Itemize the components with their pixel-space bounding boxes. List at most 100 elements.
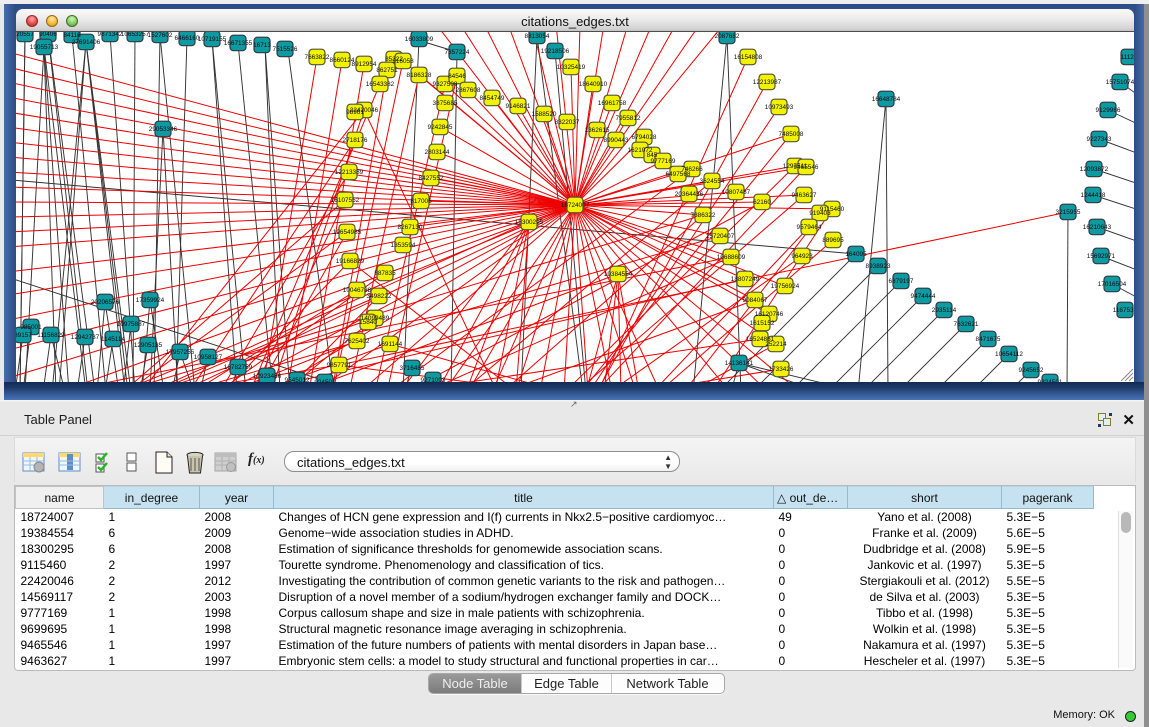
svg-text:2718176: 2718176 — [343, 137, 368, 144]
svg-text:7515526: 7515526 — [273, 46, 298, 53]
svg-text:8186328: 8186328 — [407, 72, 432, 79]
svg-text:17016504: 17016504 — [1098, 281, 1127, 288]
svg-text:19654985: 19654985 — [333, 229, 362, 236]
svg-text:7625402: 7625402 — [345, 338, 370, 345]
svg-text:9084067: 9084067 — [743, 297, 768, 304]
svg-text:18300295: 18300295 — [515, 219, 544, 226]
svg-text:8471675: 8471675 — [976, 336, 1001, 343]
svg-text:1353594: 1353594 — [391, 242, 416, 249]
svg-text:1733426: 1733426 — [769, 366, 794, 373]
svg-text:16107552: 16107552 — [331, 197, 360, 204]
svg-text:9129966: 9129966 — [1096, 107, 1121, 114]
svg-text:3624554: 3624554 — [700, 178, 725, 185]
svg-text:20206576: 20206576 — [91, 299, 120, 306]
svg-text:9857791: 9857791 — [327, 362, 352, 369]
svg-text:6497568: 6497568 — [666, 171, 691, 178]
svg-text:6794028: 6794028 — [632, 134, 657, 141]
svg-text:919403: 919403 — [809, 210, 831, 217]
svg-text:12093872: 12093872 — [1080, 166, 1109, 173]
svg-text:10958127: 10958127 — [194, 354, 223, 361]
svg-text:16210643: 16210643 — [1083, 224, 1112, 231]
svg-text:11124: 11124 — [1121, 54, 1134, 61]
svg-text:10653257: 10653257 — [121, 32, 150, 38]
svg-text:1244418: 1244418 — [1081, 192, 1106, 199]
svg-text:10807487: 10807487 — [722, 189, 751, 196]
svg-text:964923: 964923 — [791, 253, 813, 260]
svg-text:985001: 985001 — [20, 324, 42, 331]
svg-text:62160: 62160 — [753, 199, 771, 206]
svg-text:15840: 15840 — [359, 319, 377, 326]
svg-text:862751: 862751 — [376, 67, 398, 74]
svg-text:889695: 889695 — [822, 237, 844, 244]
svg-text:12923486: 12923486 — [253, 373, 282, 380]
svg-text:8267130: 8267130 — [398, 224, 423, 231]
svg-text:2087682: 2087682 — [715, 33, 740, 40]
svg-text:84546: 84546 — [448, 73, 466, 80]
svg-text:1588520: 1588520 — [532, 111, 557, 118]
svg-text:10325419: 10325419 — [557, 64, 586, 71]
svg-text:3875685: 3875685 — [433, 100, 458, 107]
svg-text:10975887: 10975887 — [117, 321, 146, 328]
svg-text:8454749: 8454749 — [480, 95, 505, 102]
svg-text:7955812: 7955812 — [616, 115, 641, 122]
svg-text:18807249: 18807249 — [731, 276, 760, 283]
svg-text:7485008: 7485008 — [779, 131, 804, 138]
svg-text:12213987: 12213987 — [753, 79, 782, 86]
svg-text:9465546: 9465546 — [794, 164, 819, 171]
svg-text:16543382: 16543382 — [366, 81, 395, 88]
svg-text:16648784: 16648784 — [872, 96, 901, 103]
svg-text:8990443: 8990443 — [604, 137, 629, 144]
svg-text:12213389: 12213389 — [335, 169, 364, 176]
svg-text:924501: 924501 — [314, 379, 336, 382]
svg-text:8427552: 8427552 — [419, 175, 444, 182]
svg-text:9871342: 9871342 — [98, 32, 123, 38]
svg-text:1527602: 1527602 — [148, 32, 173, 39]
svg-text:6879197: 6879197 — [889, 278, 914, 285]
svg-text:16961758: 16961758 — [598, 100, 627, 107]
svg-text:10688609: 10688609 — [717, 254, 746, 261]
svg-text:16120746: 16120746 — [755, 311, 784, 318]
svg-text:27691406: 27691406 — [72, 39, 101, 46]
svg-text:6466160: 6466160 — [175, 35, 200, 42]
svg-text:18724007: 18724007 — [561, 202, 590, 209]
svg-text:20557: 20557 — [16, 32, 34, 38]
svg-text:90406: 90406 — [39, 32, 57, 38]
svg-text:3215955: 3215955 — [1056, 209, 1081, 216]
svg-text:11156829: 11156829 — [37, 332, 65, 339]
svg-text:9146821: 9146821 — [506, 103, 531, 110]
svg-text:2867608: 2867608 — [456, 87, 481, 94]
svg-text:9777169: 9777169 — [651, 158, 676, 165]
svg-text:39157: 39157 — [16, 332, 32, 339]
svg-text:9327508: 9327508 — [433, 81, 458, 88]
svg-text:12905135: 12905135 — [134, 342, 163, 349]
svg-text:19218506: 19218506 — [541, 48, 570, 55]
svg-text:20364436: 20364436 — [675, 191, 704, 198]
svg-text:14136141: 14136141 — [725, 360, 754, 367]
svg-text:8912954: 8912954 — [352, 61, 377, 68]
svg-text:10654112: 10654112 — [995, 351, 1023, 358]
svg-text:8813054: 8813054 — [525, 33, 550, 40]
svg-text:887835: 887835 — [374, 270, 396, 277]
svg-text:10973493: 10973493 — [765, 104, 794, 111]
svg-text:1691144: 1691144 — [378, 341, 403, 348]
svg-text:9227343: 9227343 — [1087, 136, 1112, 143]
svg-text:7663822: 7663822 — [305, 54, 330, 61]
svg-text:9579464: 9579464 — [797, 224, 822, 231]
svg-text:9463627: 9463627 — [792, 192, 817, 199]
svg-text:1615152: 1615152 — [750, 320, 775, 327]
svg-text:15751074: 15751074 — [1106, 79, 1134, 86]
svg-text:16154808: 16154808 — [734, 54, 763, 61]
svg-text:15692971: 15692971 — [1087, 253, 1116, 260]
svg-text:18640910: 18640910 — [579, 81, 608, 88]
svg-text:12942737: 12942737 — [71, 334, 100, 341]
svg-text:15720407: 15720407 — [706, 233, 735, 240]
svg-text:9474444: 9474444 — [911, 293, 936, 300]
svg-text:10719155: 10719155 — [198, 36, 227, 43]
svg-text:1167533: 1167533 — [1113, 307, 1134, 314]
svg-text:164095: 164095 — [845, 251, 867, 258]
svg-text:29053346: 29053346 — [149, 126, 178, 133]
svg-text:9324501: 9324501 — [1038, 379, 1063, 382]
svg-text:16713: 16713 — [253, 42, 271, 49]
svg-text:16671355: 16671355 — [224, 40, 253, 47]
svg-text:9271003: 9271003 — [421, 377, 446, 382]
